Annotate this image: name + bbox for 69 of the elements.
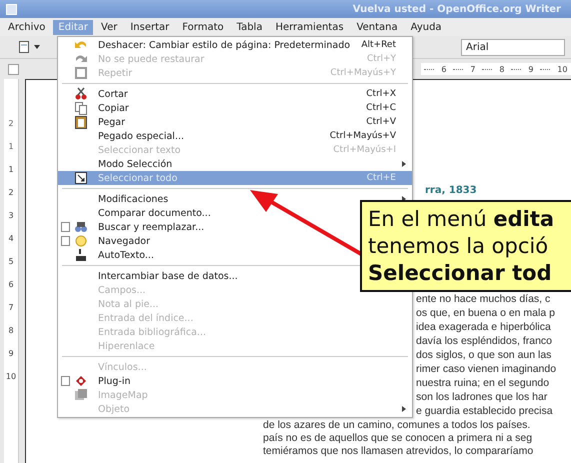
text-line: idea exagerada e hiperbólica: [416, 320, 552, 334]
window-title: Vuelva usted - OpenOffice.org Writer: [352, 4, 562, 14]
menu-entry[interactable]: Copiar Ctrl+C: [58, 101, 412, 115]
ruler-number: 10: [6, 372, 16, 381]
text-line: rimer caso vienen imaginando: [416, 362, 558, 376]
ruler-number: 9: [528, 64, 534, 74]
ruler-number: 6: [441, 64, 446, 74]
clipboard-icon: [74, 115, 88, 129]
text-line: davía los espléndidos, franco: [416, 334, 554, 348]
ruler-number: 6: [8, 280, 14, 289]
compass-icon: [74, 234, 88, 248]
callout-text: tenemos la opció: [368, 233, 550, 260]
callout-text: Seleccionar tod: [368, 260, 553, 287]
text-line: os que, en buena o en mala p: [416, 306, 556, 320]
menu-item[interactable]: Tabla: [232, 20, 268, 34]
text-line: nuestra ruina; en el segundo: [416, 376, 550, 390]
ruler-number: 3: [8, 211, 14, 220]
ruler-number: 8: [499, 64, 504, 74]
ruler-number: 5: [8, 257, 14, 266]
ruler-number: 8: [8, 326, 14, 335]
plugin-icon: [74, 374, 88, 388]
window-icon: [6, 4, 17, 14]
submenu-arrow-icon: [402, 406, 406, 412]
menu-item[interactable]: Formato: [177, 20, 229, 34]
ruler-number: 4: [8, 234, 14, 243]
text-line: ente no hace muchos días, c: [416, 292, 552, 306]
ruler-number: 2: [8, 119, 14, 128]
ruler-number: 2: [8, 188, 14, 197]
document-heading: rra, 1833: [425, 185, 478, 196]
callout-text: En el menú edita: [368, 206, 556, 233]
menu-entry[interactable]: Deshacer: Cambiar estilo de página: Predeterminado Alt+Ret: [58, 38, 412, 52]
ruler-number: 7: [470, 64, 476, 74]
menu-entry[interactable]: Plug-in: [58, 374, 412, 388]
menu-item[interactable]: Herramientas: [270, 20, 349, 34]
text-line: son los ladrones que los har: [416, 390, 548, 404]
text-line: e guardia establecido precisa: [416, 404, 554, 418]
ruler-number: 10: [557, 64, 568, 74]
ruler-number: 9: [8, 349, 14, 358]
menu-item[interactable]: Archivo: [3, 20, 50, 34]
document-icon[interactable]: [18, 40, 30, 54]
menu-item[interactable]: Ventana: [352, 20, 403, 34]
caret-icon[interactable]: [34, 45, 40, 49]
menu-entry[interactable]: Modo Selección: [58, 157, 412, 171]
menu-item[interactable]: Ver: [96, 20, 122, 34]
ruler-number: 1: [8, 142, 14, 151]
checkbox[interactable]: [61, 236, 70, 246]
image-map-icon: [74, 388, 88, 402]
ruler-number: 1: [8, 165, 14, 174]
text-line: dos siglos, o que son aun las: [416, 348, 552, 362]
text-line: de los azares de un camino, comunes a todos los países.: [263, 419, 532, 432]
menu-item[interactable]: Ayuda: [406, 20, 447, 34]
checkbox[interactable]: [61, 222, 70, 232]
select-all-icon: [74, 171, 88, 185]
text-line: país no es de aquellos que se conocen a primera ni a seg: [263, 432, 534, 445]
autotext-icon: [74, 248, 88, 262]
binoculars-icon: [74, 220, 88, 234]
submenu-arrow-icon: [402, 161, 406, 167]
scissors-icon: [74, 87, 88, 101]
ruler-number: 7: [8, 303, 14, 312]
menu-item[interactable]: Insertar: [125, 20, 174, 34]
tab-stop-icon[interactable]: [8, 64, 19, 74]
checkbox[interactable]: [61, 376, 70, 386]
repeat-icon: [74, 66, 88, 80]
menu-entry[interactable]: Pegar Ctrl+V: [58, 115, 412, 129]
font-name-field[interactable]: Arial: [461, 38, 565, 56]
menu-entry[interactable]: Cortar Ctrl+X: [58, 87, 412, 101]
text-line: temiéramos que nos llamasen atrevidos, lo compararíamo: [263, 444, 534, 458]
menu-entry[interactable]: Pegado especial... Ctrl+Mayús+V: [58, 129, 412, 143]
copy-icon: [74, 101, 88, 115]
